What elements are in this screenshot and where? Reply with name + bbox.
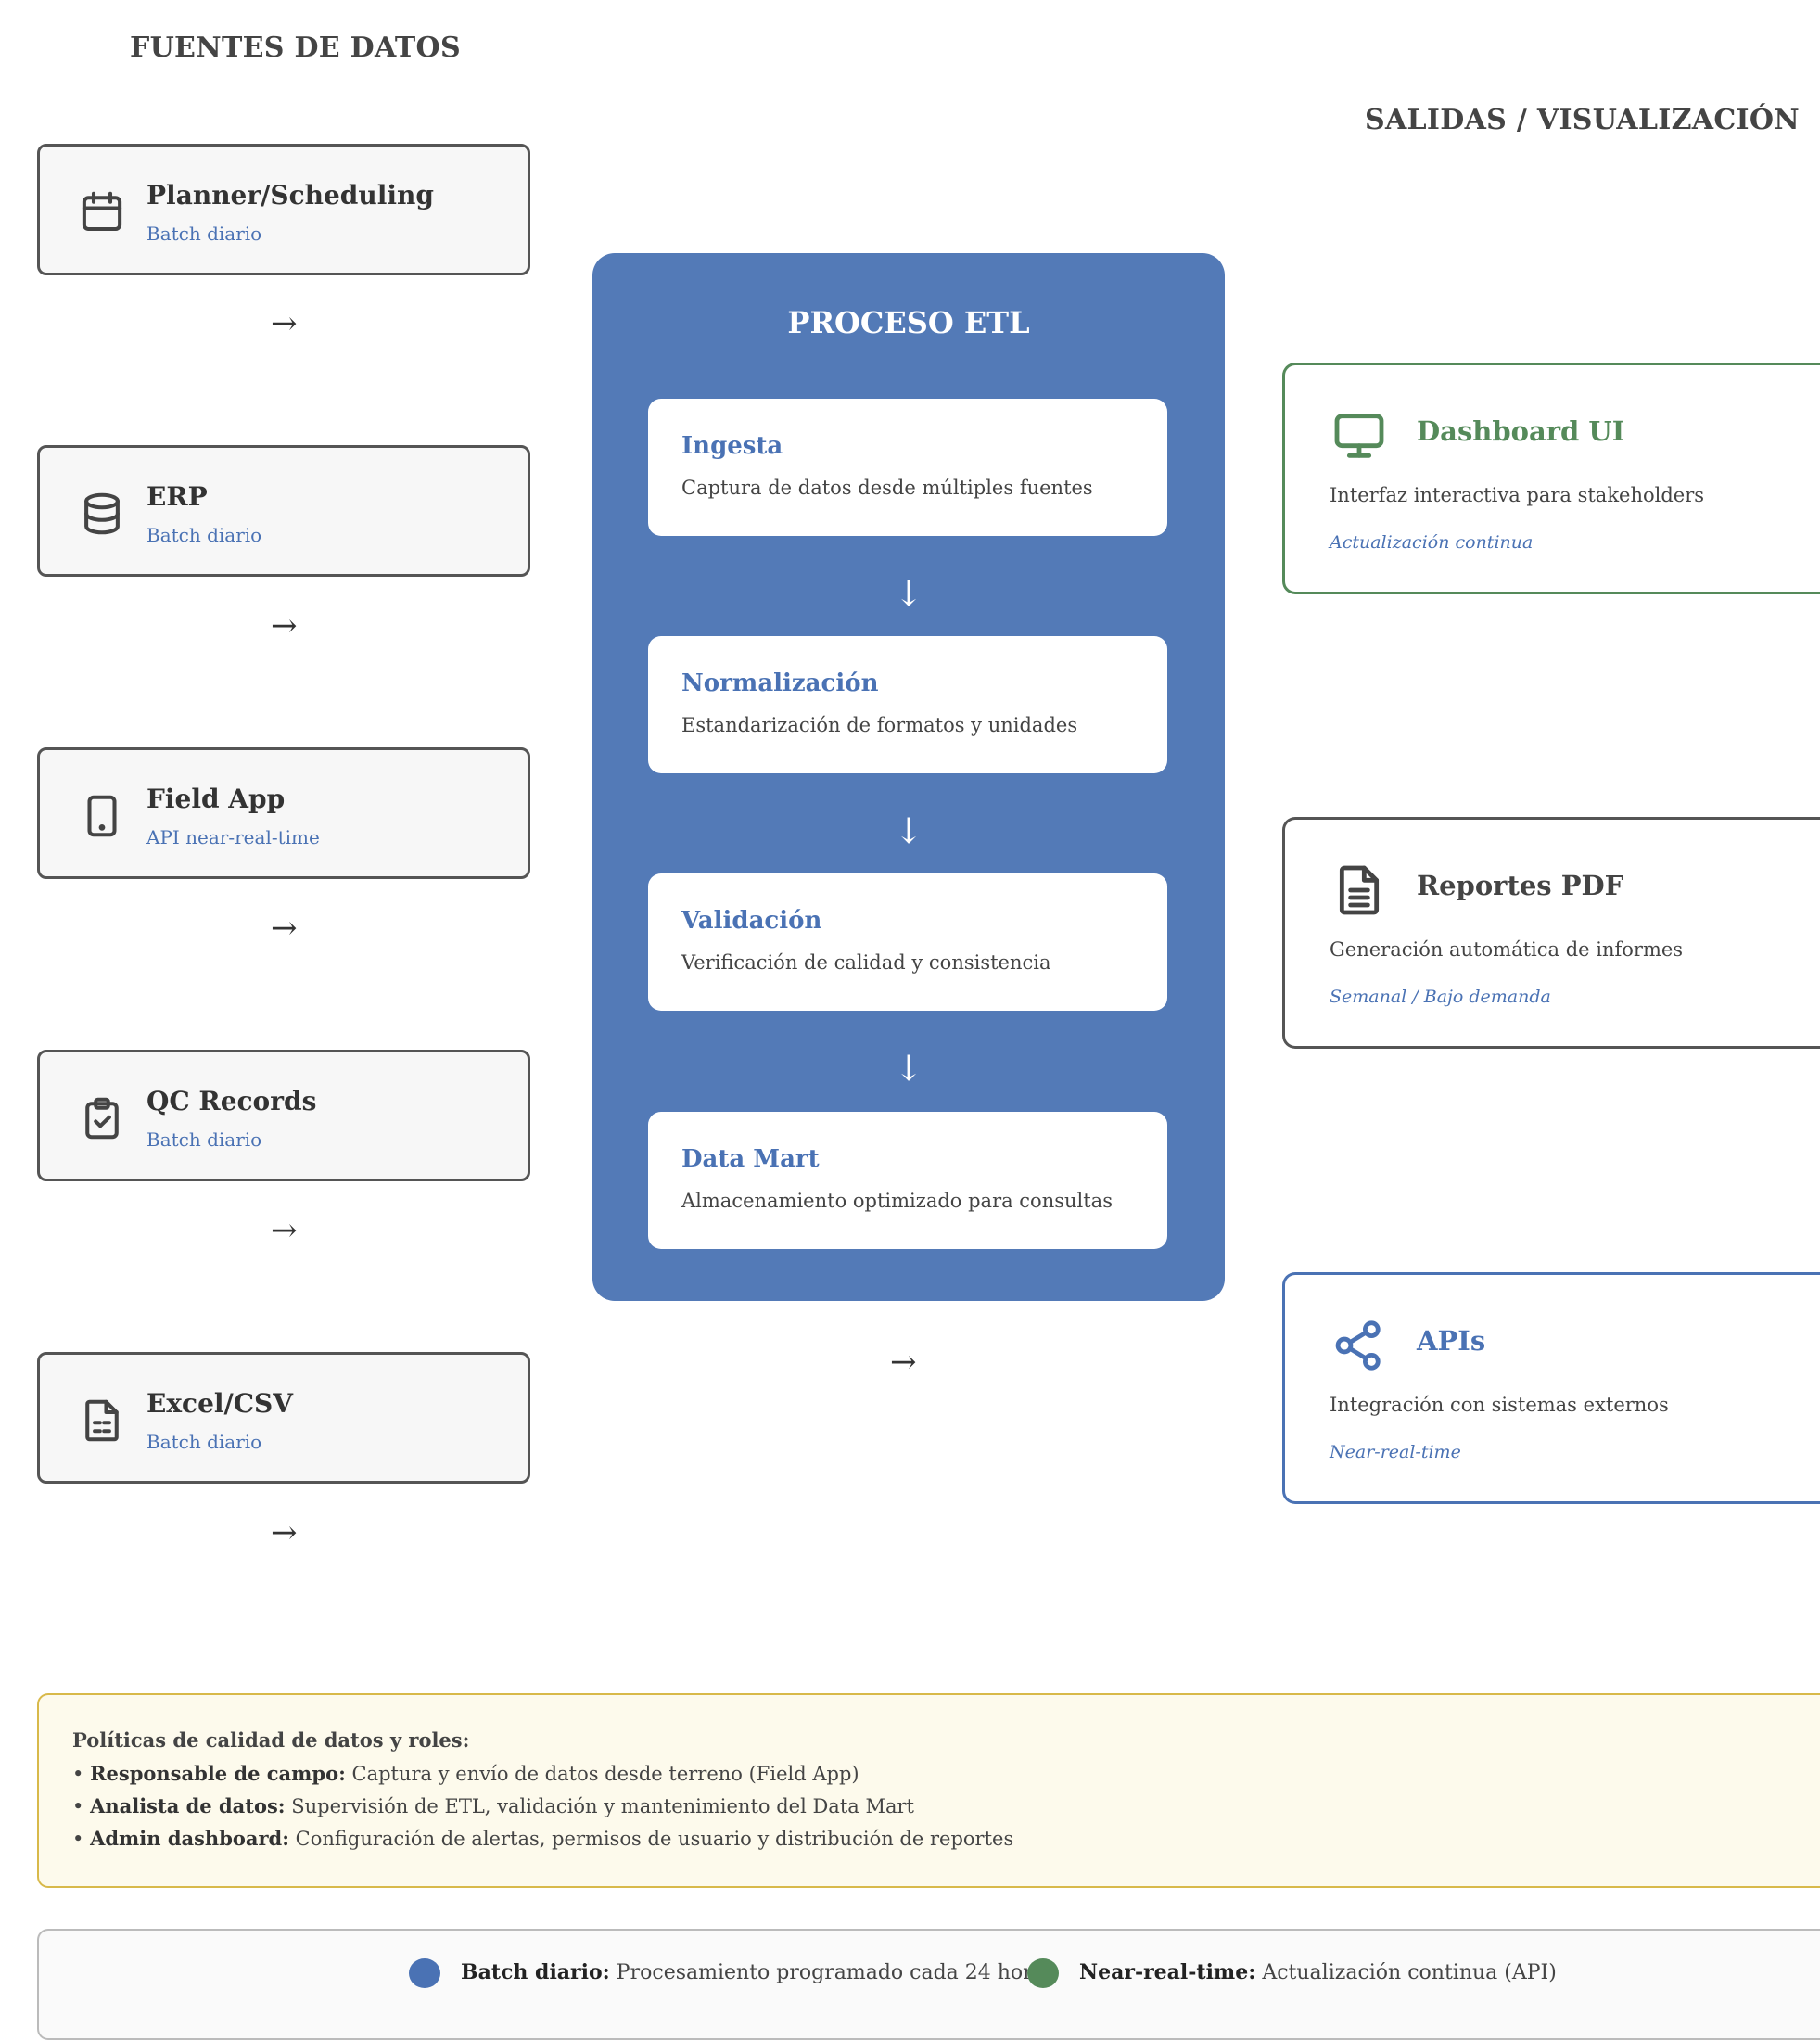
etl-output-arrow: → bbox=[890, 1344, 917, 1381]
source-frequency: API near-real-time bbox=[146, 826, 320, 848]
source-name: Field App bbox=[146, 784, 286, 814]
etl-step-description: Captura de datos desde múltiples fuentes bbox=[681, 477, 1093, 499]
spreadsheet-file-icon bbox=[85, 1399, 119, 1442]
policy-role: Analista de datos: bbox=[90, 1794, 286, 1817]
source-excel-csv[interactable]: Excel/CSV Batch diario bbox=[37, 1352, 530, 1484]
policy-item: • Analista de datos: Supervisión de ETL,… bbox=[72, 1794, 914, 1817]
flow-arrow: → bbox=[271, 305, 298, 342]
tablet-icon bbox=[87, 795, 117, 837]
etl-step-validacion[interactable]: Validación Verificación de calidad y con… bbox=[648, 873, 1167, 1011]
legend-description: Procesamiento programado cada 24 horas bbox=[609, 1961, 1056, 1984]
source-frequency: Batch diario bbox=[146, 524, 262, 546]
policy-text: Configuración de alertas, permisos de us… bbox=[289, 1828, 1014, 1850]
source-erp[interactable]: ERP Batch diario bbox=[37, 445, 530, 577]
etl-step-name: Validación bbox=[681, 907, 822, 935]
flow-arrow: → bbox=[271, 1514, 298, 1551]
policy-item: • Responsable de campo: Captura y envío … bbox=[72, 1762, 859, 1785]
etl-down-arrow: ↓ bbox=[894, 573, 923, 614]
output-name: Dashboard UI bbox=[1417, 415, 1625, 447]
policy-role: Admin dashboard: bbox=[90, 1827, 289, 1850]
legend-item-near-real-time: Near-real-time: Actualización continua (… bbox=[1079, 1960, 1557, 1984]
legend-item-batch: Batch diario: Procesamiento programado c… bbox=[461, 1960, 1055, 1984]
output-frequency: Actualización continua bbox=[1330, 532, 1534, 553]
etl-down-arrow: ↓ bbox=[894, 810, 923, 851]
flow-arrow: → bbox=[271, 1212, 298, 1249]
policies-panel: Políticas de calidad de datos y roles: •… bbox=[37, 1693, 1820, 1888]
clipboard-check-icon bbox=[85, 1097, 119, 1140]
output-name: APIs bbox=[1417, 1325, 1486, 1357]
etl-step-description: Verificación de calidad y consistencia bbox=[681, 951, 1051, 974]
policies-title: Políticas de calidad de datos y roles: bbox=[72, 1728, 470, 1752]
source-name: Excel/CSV bbox=[146, 1388, 293, 1419]
output-frequency: Near-real-time bbox=[1330, 1442, 1461, 1462]
source-frequency: Batch diario bbox=[146, 1431, 262, 1453]
calendar-icon bbox=[82, 191, 122, 232]
flow-arrow: → bbox=[271, 607, 298, 644]
etl-step-description: Almacenamiento optimizado para consultas bbox=[681, 1190, 1113, 1212]
etl-panel: PROCESO ETL Ingesta Captura de datos des… bbox=[592, 253, 1225, 1301]
bullet: • bbox=[72, 1828, 91, 1850]
source-qc-records[interactable]: QC Records Batch diario bbox=[37, 1050, 530, 1181]
output-dashboard-ui[interactable]: Dashboard UI Interfaz interactiva para s… bbox=[1282, 363, 1820, 594]
bullet: • bbox=[72, 1795, 91, 1817]
source-frequency: Batch diario bbox=[146, 1128, 262, 1151]
legend-label: Near-real-time: bbox=[1079, 1960, 1256, 1984]
output-frequency: Semanal / Bajo demanda bbox=[1330, 987, 1551, 1007]
output-description: Interfaz interactiva para stakeholders bbox=[1330, 484, 1705, 506]
etl-step-name: Data Mart bbox=[681, 1145, 820, 1173]
policy-item: • Admin dashboard: Configuración de aler… bbox=[72, 1827, 1013, 1850]
output-description: Integración con sistemas externos bbox=[1330, 1394, 1669, 1416]
share-icon bbox=[1335, 1320, 1381, 1371]
source-name: QC Records bbox=[146, 1086, 317, 1116]
source-name: Planner/Scheduling bbox=[146, 180, 434, 210]
policy-role: Responsable de campo: bbox=[90, 1762, 346, 1785]
etl-step-normalizacion[interactable]: Normalización Estandarización de formato… bbox=[648, 636, 1167, 773]
output-apis[interactable]: APIs Integración con sistemas externos N… bbox=[1282, 1272, 1820, 1504]
legend-dot-batch bbox=[409, 1958, 440, 1988]
output-reportes-pdf[interactable]: Reportes PDF Generación automática de in… bbox=[1282, 817, 1820, 1049]
bullet: • bbox=[72, 1763, 91, 1785]
source-planner[interactable]: Planner/Scheduling Batch diario bbox=[37, 144, 530, 275]
output-description: Generación automática de informes bbox=[1330, 938, 1684, 961]
legend-label: Batch diario: bbox=[461, 1960, 610, 1984]
database-icon bbox=[84, 492, 120, 535]
outputs-title: SALIDAS / VISUALIZACIÓN bbox=[1365, 104, 1801, 136]
monitor-icon bbox=[1334, 414, 1384, 458]
etl-step-description: Estandarización de formatos y unidades bbox=[681, 714, 1078, 736]
legend-dot-near-real-time bbox=[1027, 1958, 1059, 1988]
etl-down-arrow: ↓ bbox=[894, 1048, 923, 1089]
etl-title: PROCESO ETL bbox=[787, 305, 1030, 340]
etl-step-ingesta[interactable]: Ingesta Captura de datos desde múltiples… bbox=[648, 399, 1167, 536]
sources-title: FUENTES DE DATOS bbox=[130, 32, 461, 64]
policy-text: Captura y envío de datos desde terreno (… bbox=[345, 1763, 859, 1785]
output-name: Reportes PDF bbox=[1417, 870, 1624, 901]
source-field-app[interactable]: Field App API near-real-time bbox=[37, 747, 530, 879]
source-name: ERP bbox=[146, 481, 208, 512]
etl-step-name: Ingesta bbox=[681, 432, 783, 460]
etl-step-data-mart[interactable]: Data Mart Almacenamiento optimizado para… bbox=[648, 1112, 1167, 1249]
flow-arrow: → bbox=[271, 910, 298, 947]
etl-step-name: Normalización bbox=[681, 669, 879, 697]
document-icon bbox=[1339, 865, 1380, 915]
source-frequency: Batch diario bbox=[146, 223, 262, 245]
legend-description: Actualización continua (API) bbox=[1255, 1961, 1557, 1984]
policy-text: Supervisión de ETL, validación y manteni… bbox=[285, 1795, 914, 1817]
legend-panel: Batch diario: Procesamiento programado c… bbox=[37, 1929, 1820, 2040]
